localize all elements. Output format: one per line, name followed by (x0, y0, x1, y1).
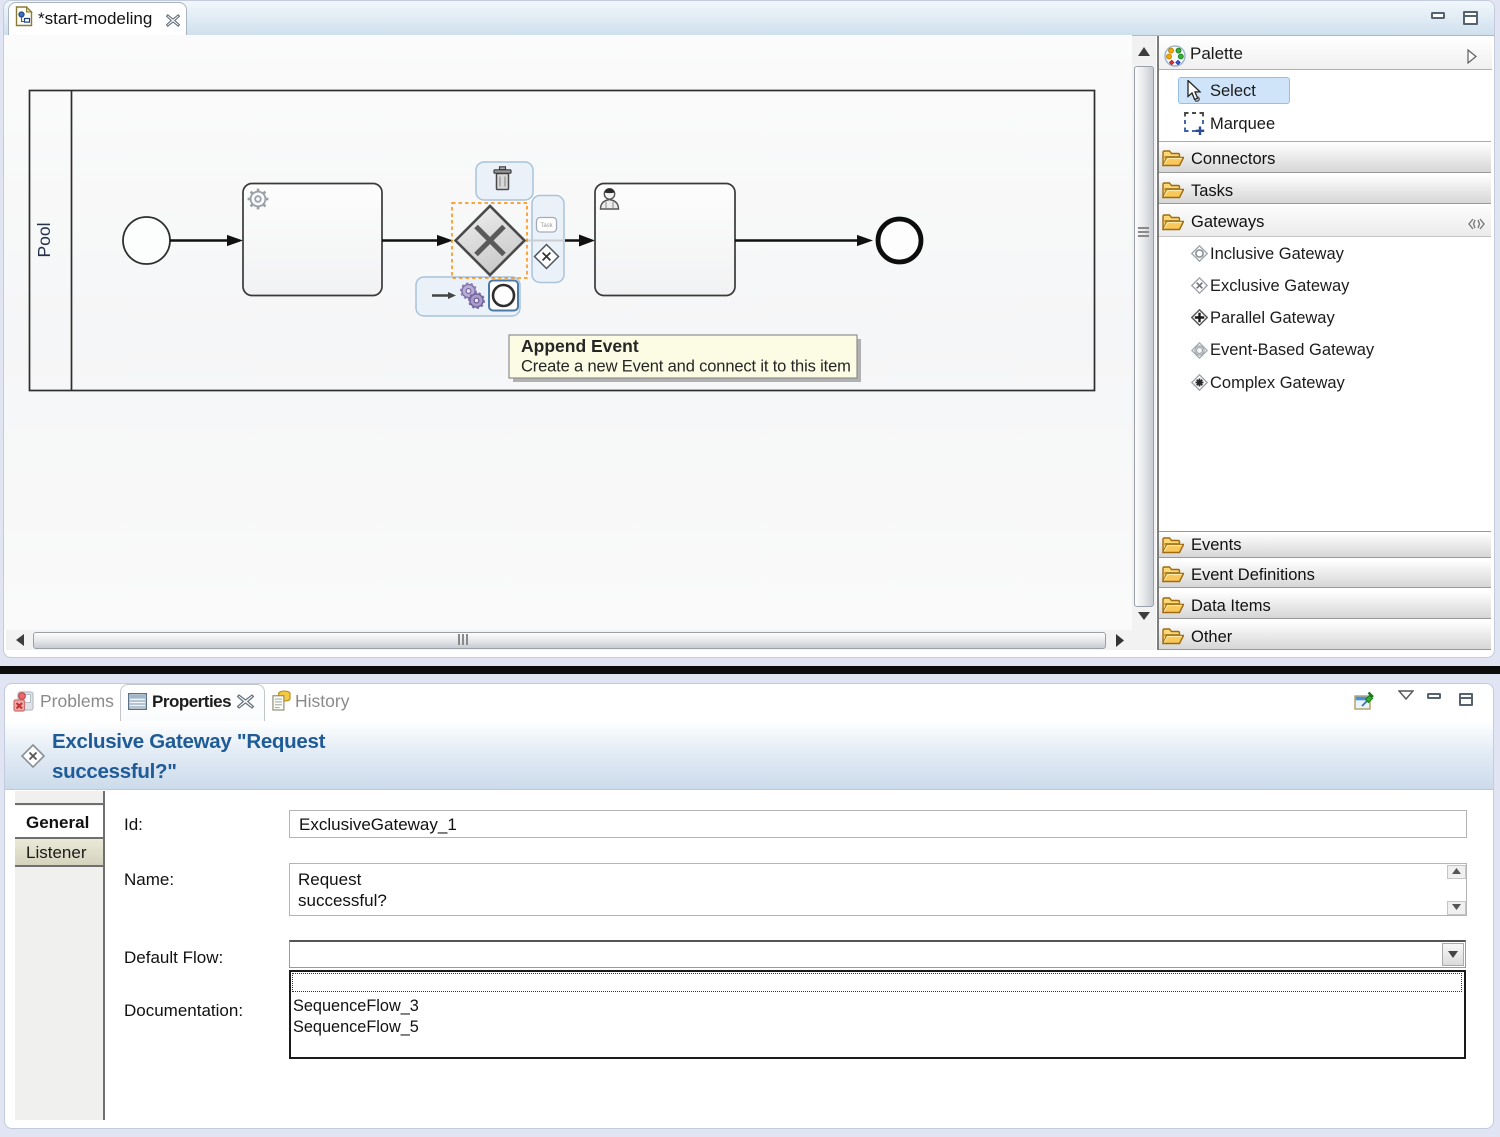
svg-text:Append Event: Append Event (521, 336, 639, 356)
svg-text:Create a new Event and connect: Create a new Event and connect it to thi… (521, 358, 851, 376)
svg-text:Pool: Pool (34, 222, 54, 257)
svg-text:Task: Task (540, 223, 553, 229)
